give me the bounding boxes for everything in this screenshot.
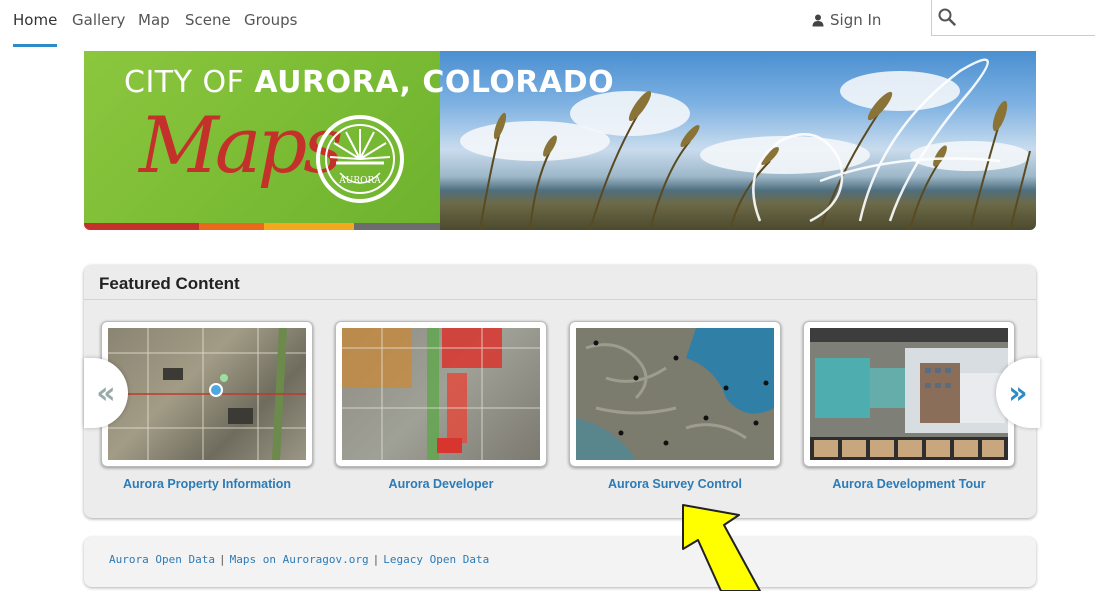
svg-text:AURORA: AURORA [338,176,381,186]
yellow-pointer-arrow-icon [682,504,761,591]
footer-links: Aurora Open Data | Maps on Auroragov.org | L… [109,553,489,566]
banner-title-prefix: CITY OF [124,65,255,100]
aerial-map-parcels-image [108,328,306,460]
sign-in-link[interactable]: Sign In [812,11,881,29]
banner-strip-yellow [264,223,354,230]
nav-scene[interactable]: Scene [185,11,231,29]
thumbnail[interactable] [569,321,781,467]
banner-strip-red [84,223,199,230]
development-tour-graphic [810,328,1008,460]
banner-title-bold: AURORA, [254,65,412,100]
featured-item-title[interactable]: Aurora Developer [335,477,547,491]
banner-strip-orange [199,223,264,230]
zoning-graphic [342,328,540,460]
featured-header-divider [84,299,1036,300]
featured-item-developer[interactable]: Aurora Developer [335,321,547,491]
link-legacy-open-data[interactable]: Legacy Open Data [383,553,489,566]
featured-item-title[interactable]: Aurora Development Tour [803,477,1015,491]
nav-gallery[interactable]: Gallery [72,11,125,29]
nav-home[interactable]: Home [13,11,57,29]
active-nav-indicator [13,44,57,47]
link-separator: | [372,553,380,566]
featured-item-survey-control[interactable]: Aurora Survey Control [569,321,781,491]
user-icon [812,14,824,27]
footer-links-panel: Aurora Open Data | Maps on Auroragov.org | L… [84,537,1036,587]
featured-item-property-information[interactable]: Aurora Property Information [101,321,313,491]
sign-in-label: Sign In [830,11,882,29]
double-chevron-right-icon: » [1008,375,1028,411]
thumbnail[interactable] [335,321,547,467]
search-icon[interactable] [938,8,956,26]
double-chevron-left-icon: « [96,375,116,411]
thumbnail[interactable] [101,321,313,467]
aurora-seal-logo: AURORA [316,115,404,203]
top-nav: Home Gallery Map Scene Groups Sign In [0,0,1095,47]
search-input[interactable] [960,6,1092,30]
link-aurora-open-data[interactable]: Aurora Open Data [109,553,215,566]
featured-item-title[interactable]: Aurora Property Information [101,477,313,491]
banner-maps-script: Maps [139,101,343,191]
thumbnail[interactable] [803,321,1015,467]
header-banner: Maps AURORA CITY OF AURORA, COLORADO [84,51,1036,230]
aerial-map-zoning-image [342,328,540,460]
search-box[interactable] [931,0,1095,36]
banner-title: CITY OF AURORA, COLORADO [124,65,614,100]
banner-title-suffix: COLORADO [411,65,615,100]
nav-map[interactable]: Map [138,11,170,29]
nav-groups[interactable]: Groups [244,11,297,29]
survey-points-graphic [576,328,774,460]
featured-content-title: Featured Content [99,274,240,293]
featured-item-title[interactable]: Aurora Survey Control [569,477,781,491]
link-maps-on-auroragov[interactable]: Maps on Auroragov.org [230,553,369,566]
parcel-lines-graphic [108,328,306,460]
banner-strip-gray [354,223,440,230]
featured-content-panel: Featured Content Aurora Property Informa… [84,265,1040,518]
link-separator: | [218,553,226,566]
featured-item-development-tour[interactable]: Aurora Development Tour [803,321,1015,491]
aerial-map-survey-points-image [576,328,774,460]
development-tour-app-image [810,328,1008,460]
